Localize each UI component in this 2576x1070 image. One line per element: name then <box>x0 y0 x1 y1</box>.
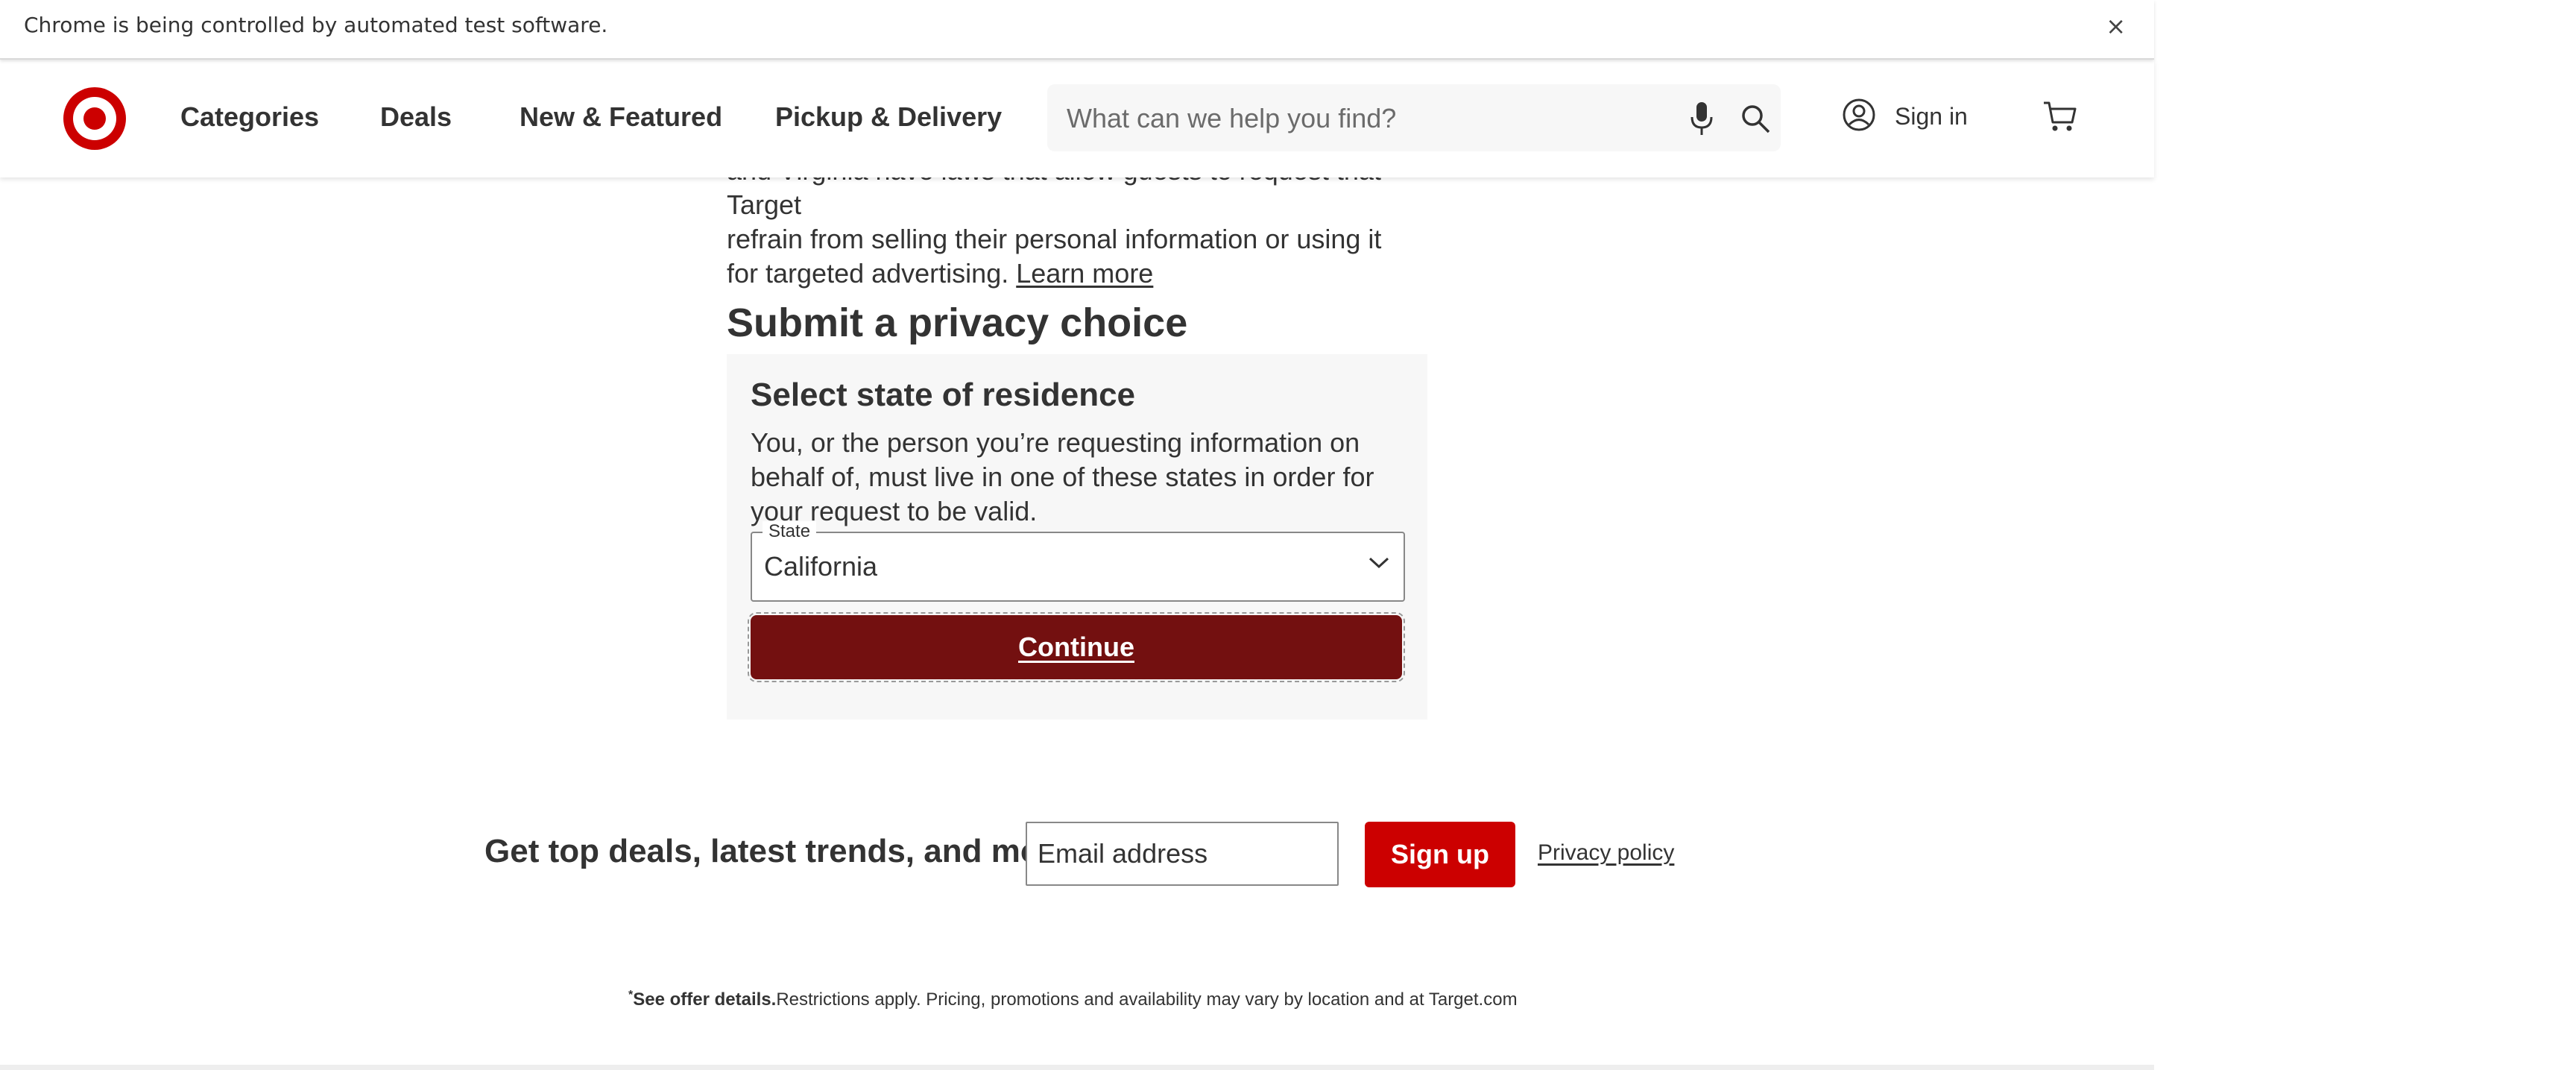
state-value: California <box>764 551 878 582</box>
offer-details-text: See offer details. <box>633 989 777 1010</box>
state-label: State <box>763 521 817 542</box>
site-header: Categories Deals New & Featured Pickup &… <box>0 60 2154 177</box>
page-content: and Virginia have laws that allow guests… <box>0 60 2154 1070</box>
panel-title: Select state of residence <box>751 377 1136 413</box>
privacy-policy-link[interactable]: Privacy policy <box>1538 840 1674 866</box>
nav-pickup-delivery[interactable]: Pickup & Delivery <box>775 101 1002 133</box>
divider <box>0 1065 2154 1070</box>
infobar-message: Chrome is being controlled by automated … <box>24 13 608 37</box>
learn-more-link[interactable]: Learn more <box>1016 258 1153 289</box>
state-selection-panel: Select state of residence You, or the pe… <box>727 354 1427 720</box>
sign-in-label: Sign in <box>1895 103 1968 130</box>
footer-disclaimer: *See offer details.Restrictions apply. P… <box>628 989 1518 1010</box>
cart-icon[interactable] <box>2042 100 2078 133</box>
account-icon <box>1843 98 1875 131</box>
newsletter-label: Get top deals, latest trends, and more. <box>484 833 1081 869</box>
search-input[interactable] <box>1065 98 1664 139</box>
blank-area <box>2154 0 2576 1070</box>
panel-description: You, or the person you’re requesting inf… <box>751 427 1374 526</box>
disclaimer-text: Restrictions apply. Pricing, promotions … <box>776 989 1518 1010</box>
page-title: Submit a privacy choice <box>727 300 1188 345</box>
target-logo-icon[interactable] <box>61 85 128 152</box>
email-field[interactable] <box>1026 822 1339 886</box>
search-icon[interactable] <box>1739 102 1772 135</box>
close-icon[interactable]: × <box>2106 12 2126 40</box>
state-select[interactable]: State California <box>751 521 1405 602</box>
nav-categories[interactable]: Categories <box>180 101 319 133</box>
microphone-icon[interactable] <box>1688 101 1715 136</box>
automation-infobar: Chrome is being controlled by automated … <box>0 0 2154 60</box>
search-bar <box>1047 84 1781 151</box>
chevron-down-icon <box>1368 557 1389 569</box>
sign-up-button[interactable]: Sign up <box>1365 822 1515 887</box>
continue-button[interactable]: Continue <box>748 612 1405 682</box>
nav-new-featured[interactable]: New & Featured <box>520 101 722 133</box>
nav-deals[interactable]: Deals <box>380 101 452 133</box>
